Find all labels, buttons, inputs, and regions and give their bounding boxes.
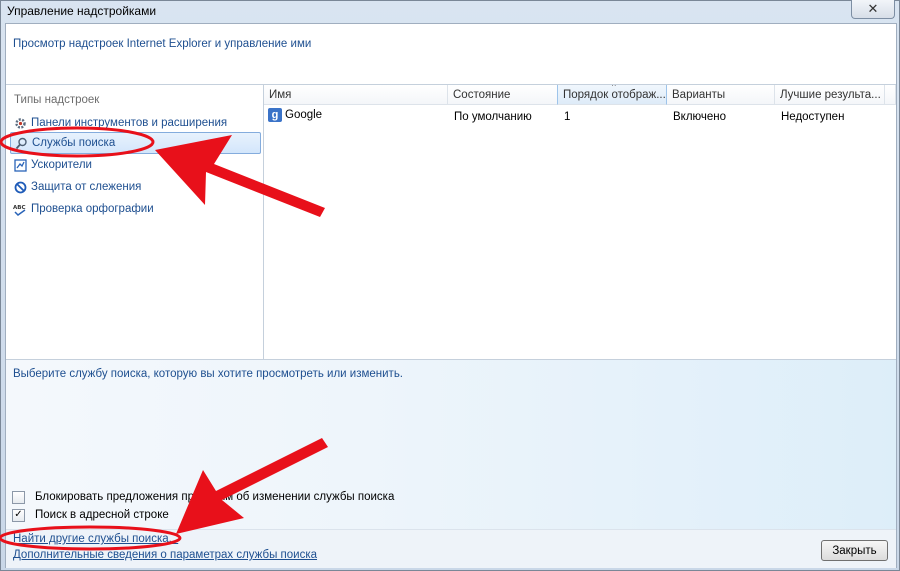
sidebar-item-label: Проверка орфографии — [31, 203, 154, 215]
close-button[interactable]: Закрыть — [821, 540, 888, 561]
find-more-providers-link[interactable]: Найти другие службы поиска... — [13, 533, 178, 545]
sidebar-item-tracking-protection[interactable]: Защита от слежения — [10, 177, 259, 197]
address-bar-search-option[interactable]: ✓ Поиск в адресной строке — [12, 507, 169, 523]
sidebar-item-spelling[interactable]: ABC Проверка орфографии — [10, 199, 259, 219]
column-header-options[interactable]: Варианты — [667, 85, 775, 105]
more-info-link[interactable]: Дополнительные сведения о параметрах слу… — [13, 549, 317, 561]
sidebar-item-accelerators[interactable]: Ускорители — [10, 155, 259, 175]
column-header-filler — [885, 85, 896, 105]
addon-types-pane: Типы надстроек Панели инструментов и рас… — [6, 85, 264, 359]
accelerator-icon — [13, 158, 27, 172]
dialog-footer: Найти другие службы поиска... Дополнител… — [6, 529, 896, 568]
gear-icon — [13, 116, 27, 130]
sidebar-item-label: Панели инструментов и расширения — [31, 117, 228, 129]
row-top-results-cell: Недоступен — [781, 111, 845, 123]
close-icon: ✕ — [867, 1, 879, 16]
details-pane: Выберите службу поиска, которую вы хотит… — [6, 359, 896, 530]
details-prompt: Выберите службу поиска, которую вы хотит… — [13, 368, 404, 380]
dialog-header: Просмотр надстроек Internet Explorer и у… — [6, 24, 896, 85]
column-header-order[interactable]: ^ Порядок отображ... — [557, 85, 667, 105]
sidebar-item-label: Ускорители — [31, 159, 92, 171]
row-name-cell: g Google — [268, 108, 322, 122]
title-bar[interactable]: Управление надстройками ✕ — [1, 0, 899, 23]
window-title: Управление надстройками — [7, 4, 157, 18]
column-header-status[interactable]: Состояние — [448, 85, 558, 105]
header-description: Просмотр надстроек Internet Explorer и у… — [13, 38, 312, 50]
sidebar-item-label: Защита от слежения — [31, 181, 142, 193]
sidebar-item-search-providers[interactable]: Службы поиска — [10, 132, 261, 154]
column-header-top-results[interactable]: Лучшие результа... — [775, 85, 885, 105]
spelling-icon: ABC — [13, 202, 27, 216]
google-icon: g — [268, 108, 282, 122]
block-suggestions-checkbox[interactable] — [12, 490, 25, 504]
sidebar-item-label: Службы поиска — [32, 137, 116, 149]
block-suggestions-option[interactable]: Блокировать предложения программ об изме… — [12, 489, 394, 505]
row-order-cell: 1 — [564, 111, 571, 123]
address-bar-search-label: Поиск в адресной строке — [35, 509, 169, 521]
dialog-client-area: Просмотр надстроек Internet Explorer и у… — [5, 23, 897, 568]
addon-manager-window: Управление надстройками ✕ Просмотр надст… — [0, 0, 900, 571]
column-header-name[interactable]: Имя — [264, 85, 448, 105]
tracking-protection-icon — [13, 180, 27, 194]
addon-types-heading: Типы надстроек — [14, 94, 100, 106]
window-close-button[interactable]: ✕ — [851, 0, 895, 19]
sidebar-item-toolbars[interactable]: Панели инструментов и расширения — [10, 113, 259, 133]
address-bar-search-checkbox[interactable]: ✓ — [12, 508, 25, 522]
row-options-cell: Включено — [673, 111, 727, 123]
addon-list: Имя Состояние ^ Порядок отображ... Вариа… — [264, 85, 896, 359]
search-icon — [14, 136, 28, 150]
sort-arrow-icon: ^ — [612, 85, 616, 91]
block-suggestions-label: Блокировать предложения программ об изме… — [35, 491, 395, 503]
row-status-cell: По умолчанию — [454, 111, 532, 123]
